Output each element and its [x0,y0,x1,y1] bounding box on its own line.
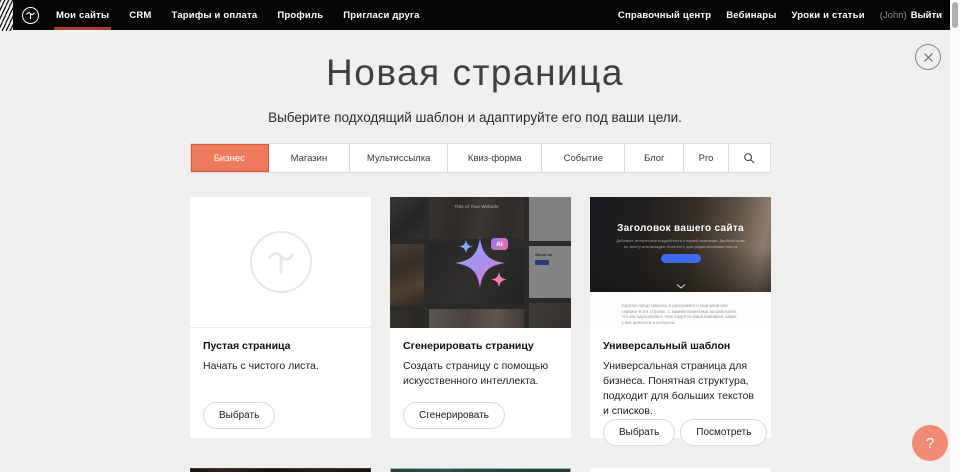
chevron-down-icon [676,284,686,289]
choose-template-button[interactable]: Выбрать [603,419,675,446]
card-blank-page[interactable]: Пустая страница Начать с чистого листа. … [190,197,371,438]
card-body: Универсальный шаблон Универсальная стран… [590,328,771,455]
card-description: Создать страницу с помощью искусственног… [403,359,561,389]
topbar-left-nav: Мои сайты CRM Тарифы и оплата Профиль Пр… [56,0,420,30]
tilda-watermark [250,231,312,293]
app-screen: Мои сайты CRM Тарифы и оплата Профиль Пр… [0,0,960,472]
nav-item-invite-friend[interactable]: Пригласи друга [343,0,419,30]
card-actions: Сгенерировать [403,402,558,429]
magnifier-icon [743,152,755,164]
next-template-card[interactable] [590,468,771,472]
nav-item-profile[interactable]: Профиль [277,0,323,30]
tilda-watermark-icon [264,245,298,279]
scrollbar-thumb[interactable] [952,2,958,28]
card-body: Сгенерировать страницу Создать страницу … [390,328,571,438]
help-bubble-button[interactable]: ? [912,425,948,461]
scrollbar-track[interactable] [950,0,960,472]
card-description: Универсальная страница для бизнеса. Поня… [603,359,761,419]
tab-event[interactable]: Событие [542,144,625,172]
tab-multilink[interactable]: Мультиссылка [350,144,448,172]
tilda-logo[interactable] [22,7,39,24]
template-preview: Заголовок вашего сайта Добавьте интересн… [590,197,771,328]
logout-link[interactable]: Выйти [911,10,942,21]
card-description: Начать с чистого листа. [203,359,361,374]
tab-store[interactable]: Магазин [269,144,351,172]
template-text-section: Коротко представьтесь и расскажите о ком… [590,292,771,328]
nav-item-lessons-articles[interactable]: Уроки и статьи [792,0,865,30]
tab-blog[interactable]: Блог [625,144,684,172]
nav-item-plans-payment[interactable]: Тарифы и оплата [172,0,258,30]
next-template-card[interactable] [190,468,371,472]
user-name: (John) [880,10,907,21]
card-title: Универсальный шаблон [603,340,758,352]
edge-pattern-decoration [0,0,13,31]
ai-preview-collage: Title of Your Website About us [390,197,571,328]
user-logout[interactable]: (John) Выйти [880,10,942,21]
tab-quiz-form[interactable]: Квиз-форма [448,144,542,172]
tab-pro[interactable]: Pro [684,144,729,172]
template-cards-row: Пустая страница Начать с чистого листа. … [190,197,771,438]
choose-blank-button[interactable]: Выбрать [203,402,275,429]
topbar: Мои сайты CRM Тарифы и оплата Профиль Пр… [13,0,950,30]
page-title: Новая страница [0,52,950,94]
generate-button[interactable]: Сгенерировать [403,402,505,429]
card-universal-template[interactable]: Заголовок вашего сайта Добавьте интересн… [590,197,771,438]
nav-item-help-center[interactable]: Справочный центр [618,0,711,30]
tilda-logo-icon [25,10,36,21]
card-body: Пустая страница Начать с чистого листа. … [190,328,371,438]
card-actions: Выбрать [203,402,358,429]
ai-badge: AI [491,238,508,250]
template-paragraph: Коротко представьтесь и расскажите о ком… [622,303,740,325]
card-ai-generate[interactable]: Title of Your Website About us [390,197,571,438]
nav-item-crm[interactable]: CRM [129,0,151,30]
template-hero-button [661,254,701,263]
template-hero-heading: Заголовок вашего сайта [590,197,771,234]
nav-item-webinars[interactable]: Вебинары [726,0,776,30]
ai-sparkle-icon [491,271,507,288]
card-actions: Выбрать Посмотреть [603,419,758,446]
template-category-tabs: Бизнес Магазин Мультиссылка Квиз-форма С… [190,143,771,173]
template-hero: Заголовок вашего сайта Добавьте интересн… [590,197,771,292]
page-subtitle: Выберите подходящий шаблон и адаптируйте… [0,110,950,125]
tab-search[interactable] [729,144,770,172]
nav-item-my-sites[interactable]: Мои сайты [56,0,109,30]
card-title: Пустая страница [203,340,358,352]
template-hero-subtext: Добавьте интересные подробности о вашей … [615,238,747,249]
card-title: Сгенерировать страницу [403,340,558,352]
preview-template-button[interactable]: Посмотреть [680,419,767,446]
blank-page-preview [190,197,371,328]
topbar-right-nav: Справочный центр Вебинары Уроки и статьи… [618,0,942,30]
next-template-card[interactable] [390,468,571,472]
tab-business[interactable]: Бизнес [191,144,269,172]
ai-sparkle-icon [459,239,473,254]
next-template-row [190,468,771,472]
